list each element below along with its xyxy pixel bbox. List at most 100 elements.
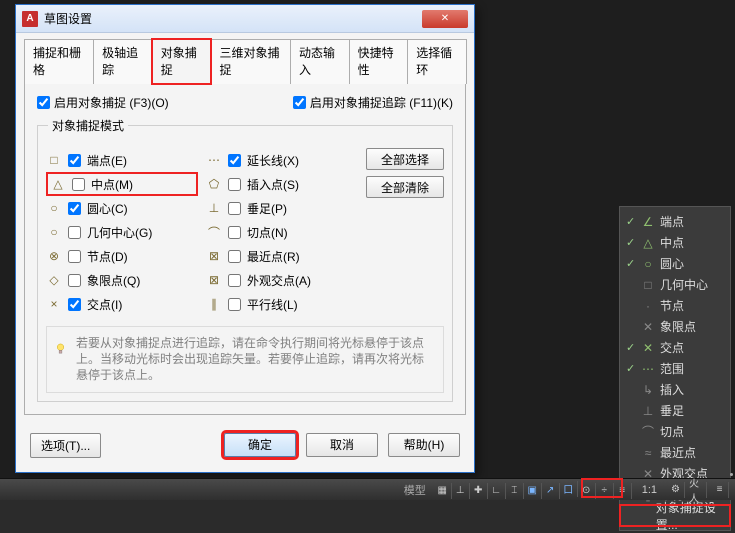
snap-最近点(R)[interactable]: ⊠最近点(R) bbox=[206, 244, 358, 268]
ctx-中点[interactable]: ✓△中点 bbox=[620, 232, 730, 253]
snap-象限点(Q)[interactable]: ◇象限点(Q) bbox=[46, 268, 198, 292]
ctx-symbol-icon: · bbox=[642, 299, 654, 313]
cancel-button[interactable]: 取消 bbox=[306, 433, 378, 457]
enable-osnap-checkbox[interactable]: 启用对象捕捉 (F3)(O) bbox=[37, 94, 169, 111]
snap-modes-right: ⋯延长线(X)⬠插入点(S)⊥垂足(P)⌒切点(N)⊠最近点(R)⊠外观交点(A… bbox=[206, 148, 358, 316]
snap-symbol-icon: ∥ bbox=[206, 296, 222, 312]
select-all-button[interactable]: 全部选择 bbox=[366, 148, 444, 170]
status-icon-9[interactable]: ÷ bbox=[596, 483, 614, 499]
dialog-footer: 选项(T)... 确定 取消 帮助(H) bbox=[16, 423, 474, 472]
scale-label[interactable]: 1:1 bbox=[642, 484, 657, 496]
check-icon: ✓ bbox=[626, 215, 636, 228]
ctx-象限点[interactable]: ✕象限点 bbox=[620, 316, 730, 337]
status-icon-4[interactable]: ⌶ bbox=[506, 483, 524, 499]
check-icon: ✓ bbox=[626, 257, 636, 270]
status-icon-6[interactable]: ↗ bbox=[542, 483, 560, 499]
tip-box: 若要从对象捕捉点进行追踪，请在命令执行期间将光标悬停于该点上。当移动光标时会出现… bbox=[46, 326, 444, 393]
snap-symbol-icon: ⊗ bbox=[46, 248, 62, 264]
snap-垂足(P)[interactable]: ⊥垂足(P) bbox=[206, 196, 358, 220]
ctx-几何中心[interactable]: □几何中心 bbox=[620, 274, 730, 295]
ctx-切点[interactable]: ⌒切点 bbox=[620, 421, 730, 442]
tab-1[interactable]: 极轴追踪 bbox=[93, 39, 153, 84]
ctx-symbol-icon: □ bbox=[642, 278, 654, 292]
help-button[interactable]: 帮助(H) bbox=[388, 433, 460, 457]
user-icon[interactable]: 火人 bbox=[689, 482, 707, 498]
drafting-settings-dialog: A 草图设置 ✕ 捕捉和栅格极轴追踪对象捕捉三维对象捕捉动态输入快捷特性选择循环… bbox=[15, 4, 475, 473]
ctx-symbol-icon: ✕ bbox=[642, 320, 654, 334]
ctx-端点[interactable]: ✓∠端点 bbox=[620, 211, 730, 232]
snap-symbol-icon: ○ bbox=[46, 200, 62, 216]
snap-平行线(L)[interactable]: ∥平行线(L) bbox=[206, 292, 358, 316]
tab-6[interactable]: 选择循环 bbox=[407, 39, 467, 84]
ctx-symbol-icon: ⊥ bbox=[642, 404, 654, 418]
snap-symbol-icon: ⌒ bbox=[206, 224, 222, 240]
ctx-symbol-icon: ↳ bbox=[642, 383, 654, 397]
snap-symbol-icon: △ bbox=[50, 176, 66, 192]
snap-symbol-icon: ⊠ bbox=[206, 272, 222, 288]
snap-symbol-icon: ◇ bbox=[46, 272, 62, 288]
tab-0[interactable]: 捕捉和栅格 bbox=[24, 39, 94, 84]
clear-all-button[interactable]: 全部清除 bbox=[366, 176, 444, 198]
tab-osnap-page: 启用对象捕捉 (F3)(O) 启用对象捕捉追踪 (F11)(K) 对象捕捉模式 … bbox=[24, 83, 466, 415]
ctx-范围[interactable]: ✓⋯范围 bbox=[620, 358, 730, 379]
snap-端点(E)[interactable]: □端点(E) bbox=[46, 148, 198, 172]
snap-插入点(S)[interactable]: ⬠插入点(S) bbox=[206, 172, 358, 196]
snap-symbol-icon: ⊠ bbox=[206, 248, 222, 264]
titlebar[interactable]: A 草图设置 ✕ bbox=[16, 5, 474, 33]
snap-中点(M)[interactable]: △中点(M) bbox=[46, 172, 198, 196]
status-icon-3[interactable]: ∟ bbox=[488, 483, 506, 499]
snap-symbol-icon: ○ bbox=[46, 224, 62, 240]
status-icon-0[interactable]: ▦ bbox=[434, 483, 452, 499]
status-icon-5[interactable]: ▣ bbox=[524, 483, 542, 499]
tab-2[interactable]: 对象捕捉 bbox=[152, 39, 212, 84]
snap-外观交点(A)[interactable]: ⊠外观交点(A) bbox=[206, 268, 358, 292]
ctx-最近点[interactable]: ≈最近点 bbox=[620, 442, 730, 463]
snap-symbol-icon: ⬠ bbox=[206, 176, 222, 192]
snap-symbol-icon: ⊥ bbox=[206, 200, 222, 216]
ctx-对象捕捉设置...[interactable]: 对象捕捉设置... bbox=[620, 505, 730, 526]
status-icon-1[interactable]: ⊥ bbox=[452, 483, 470, 499]
check-icon: ✓ bbox=[626, 236, 636, 249]
tabstrip: 捕捉和栅格极轴追踪对象捕捉三维对象捕捉动态输入快捷特性选择循环 bbox=[16, 33, 474, 84]
tab-5[interactable]: 快捷特性 bbox=[349, 39, 409, 84]
close-button[interactable]: ✕ bbox=[422, 10, 468, 28]
tab-4[interactable]: 动态输入 bbox=[290, 39, 350, 84]
snap-symbol-icon: × bbox=[46, 296, 62, 312]
snap-圆心(C)[interactable]: ○圆心(C) bbox=[46, 196, 198, 220]
ctx-圆心[interactable]: ✓○圆心 bbox=[620, 253, 730, 274]
settings-icon[interactable]: ⚙ bbox=[667, 482, 685, 498]
app-logo-icon: A bbox=[22, 11, 38, 27]
status-icon-8[interactable]: ⊙ bbox=[578, 483, 596, 499]
snap-切点(N)[interactable]: ⌒切点(N) bbox=[206, 220, 358, 244]
ctx-交点[interactable]: ✓✕交点 bbox=[620, 337, 730, 358]
ctx-节点[interactable]: ·节点 bbox=[620, 295, 730, 316]
check-icon: ✓ bbox=[626, 362, 636, 375]
snap-modes-left: □端点(E)△中点(M)○圆心(C)○几何中心(G)⊗节点(D)◇象限点(Q)×… bbox=[46, 148, 198, 316]
ctx-symbol-icon: ≈ bbox=[642, 446, 654, 460]
ctx-symbol-icon: ⋯ bbox=[642, 362, 654, 376]
ctx-垂足[interactable]: ⊥垂足 bbox=[620, 400, 730, 421]
status-bar: 模型 ▦⊥✚∟⌶▣↗口⊙÷≡ 1:1 ⚙ 火人 ≡ bbox=[0, 478, 735, 500]
snap-交点(I)[interactable]: ×交点(I) bbox=[46, 292, 198, 316]
options-button[interactable]: 选项(T)... bbox=[30, 433, 101, 458]
dialog-title: 草图设置 bbox=[44, 10, 422, 27]
tab-3[interactable]: 三维对象捕捉 bbox=[210, 39, 291, 84]
snap-节点(D)[interactable]: ⊗节点(D) bbox=[46, 244, 198, 268]
menu-icon[interactable]: ≡ bbox=[711, 482, 729, 498]
snap-延长线(X)[interactable]: ⋯延长线(X) bbox=[206, 148, 358, 172]
check-icon: ✓ bbox=[626, 341, 636, 354]
ctx-symbol-icon: △ bbox=[642, 236, 654, 250]
ok-button[interactable]: 确定 bbox=[224, 433, 296, 457]
ctx-symbol-icon: ∠ bbox=[642, 215, 654, 229]
status-icon-10[interactable]: ≡ bbox=[614, 483, 632, 499]
snap-几何中心(G)[interactable]: ○几何中心(G) bbox=[46, 220, 198, 244]
model-label[interactable]: 模型 bbox=[404, 482, 426, 498]
lightbulb-icon bbox=[55, 335, 66, 363]
snap-symbol-icon: ⋯ bbox=[206, 152, 222, 168]
enable-osnap-track-checkbox[interactable]: 启用对象捕捉追踪 (F11)(K) bbox=[293, 94, 453, 111]
status-icon-7[interactable]: 口 bbox=[560, 481, 578, 497]
status-icon-2[interactable]: ✚ bbox=[470, 483, 488, 499]
snap-symbol-icon: □ bbox=[46, 152, 62, 168]
ctx-symbol-icon: ⌒ bbox=[642, 423, 654, 440]
ctx-插入[interactable]: ↳插入 bbox=[620, 379, 730, 400]
